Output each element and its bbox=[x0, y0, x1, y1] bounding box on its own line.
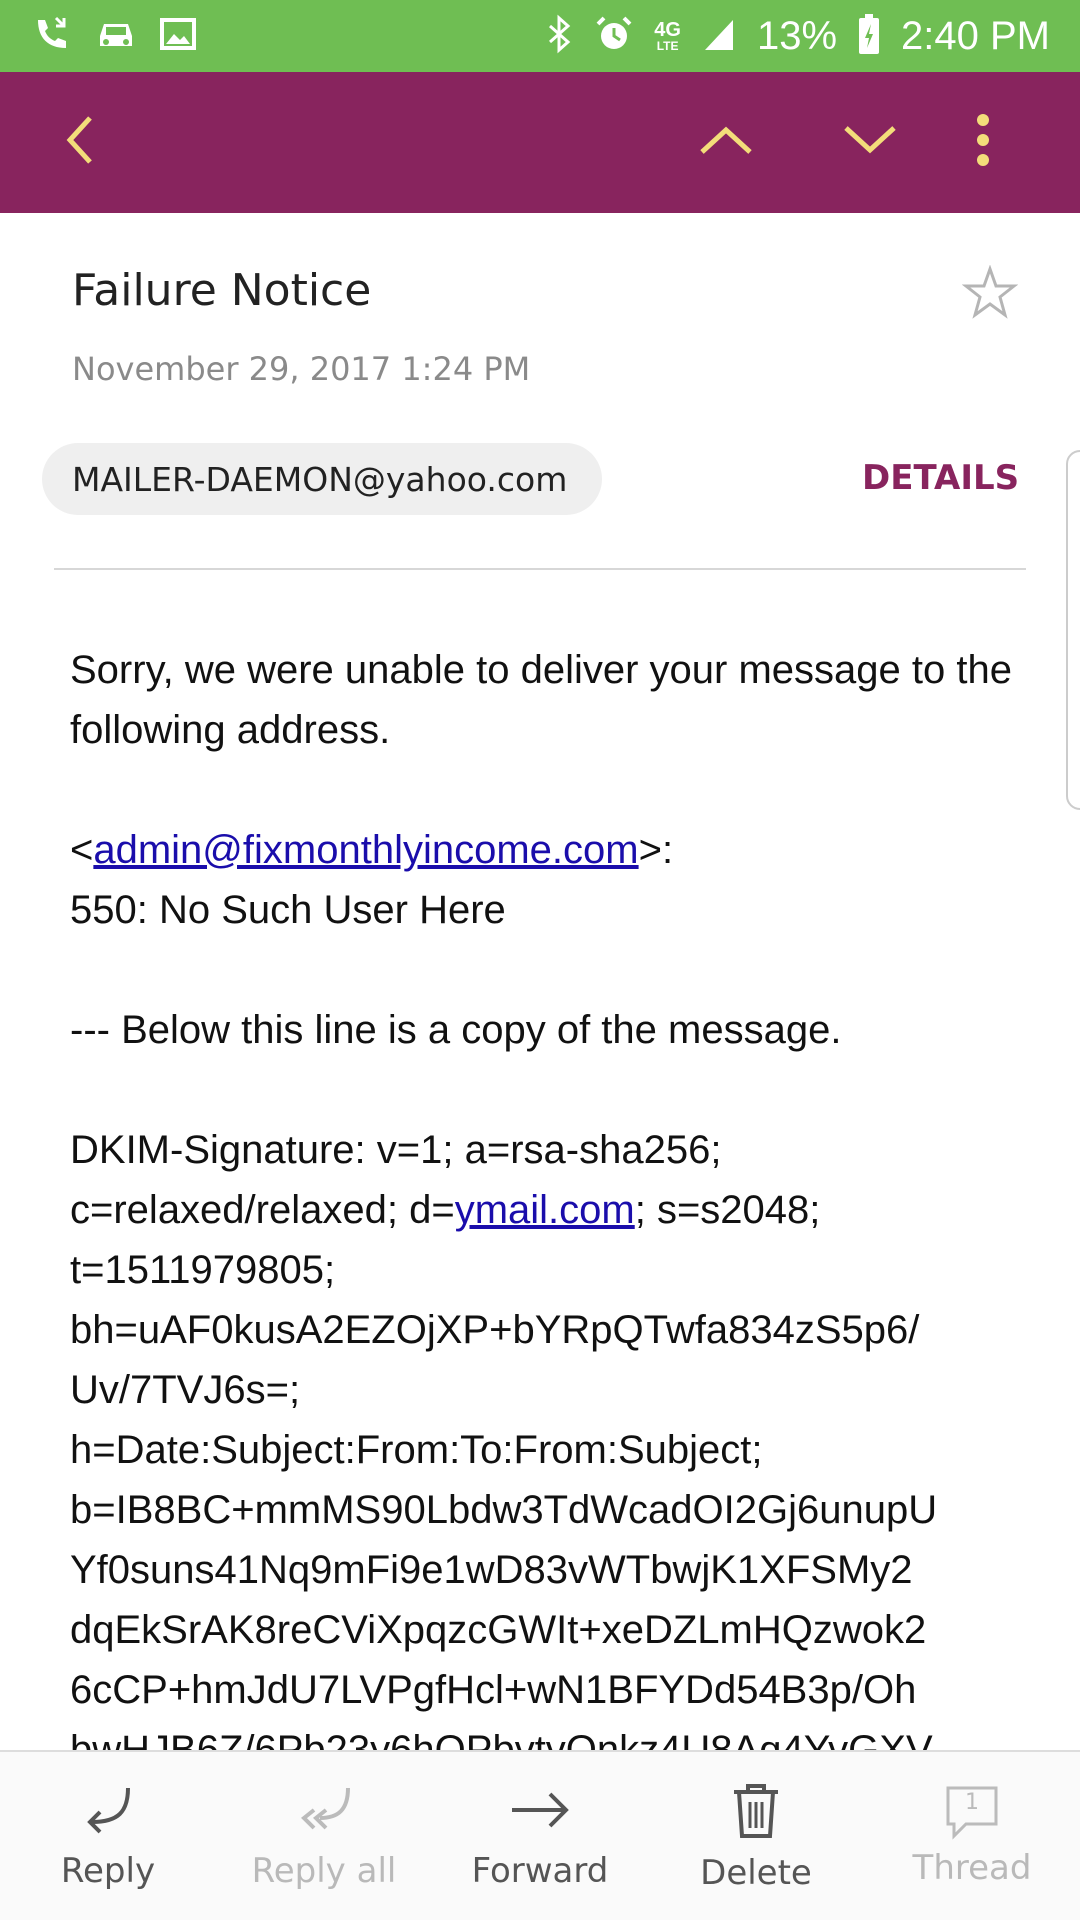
previous-message-icon bbox=[696, 120, 756, 165]
reply-button[interactable]: Reply bbox=[0, 1752, 216, 1920]
body-intro: Sorry, we were unable to deliver your me… bbox=[70, 648, 1012, 752]
reply-all-label: Reply all bbox=[251, 1850, 397, 1891]
email-date: November 29, 2017 1:24 PM bbox=[72, 350, 531, 388]
email-toolbar bbox=[0, 72, 1080, 213]
failed-address-link[interactable]: admin@fixmonthlyincome.com bbox=[93, 828, 638, 872]
alarm-icon bbox=[594, 14, 634, 59]
reply-icon bbox=[78, 1782, 138, 1843]
header-divider bbox=[54, 568, 1026, 570]
car-icon bbox=[94, 12, 138, 61]
dkim-line: c=relaxed/relaxed; d=ymail.com; s=s2048; bbox=[70, 1180, 1030, 1240]
dkim-line: DKIM-Signature: v=1; a=rsa-sha256; bbox=[70, 1128, 722, 1172]
more-options-icon bbox=[973, 110, 993, 175]
star-icon bbox=[961, 264, 1019, 325]
addr-prefix: < bbox=[70, 828, 94, 872]
details-button[interactable]: DETAILS bbox=[862, 458, 1019, 498]
clock: 2:40 PM bbox=[901, 13, 1050, 58]
copy-separator: --- Below this line is a copy of the mes… bbox=[70, 1008, 842, 1052]
thread-button[interactable]: 1 Thread bbox=[864, 1752, 1080, 1920]
delete-label: Delete bbox=[700, 1852, 812, 1893]
back-icon bbox=[60, 110, 100, 175]
dkim-line: Uv/7TVJ6s=; bbox=[70, 1368, 301, 1412]
previous-message-button[interactable] bbox=[686, 72, 766, 213]
next-message-button[interactable] bbox=[830, 72, 910, 213]
trash-icon bbox=[728, 1780, 784, 1845]
network-type: 4G LTE bbox=[654, 20, 681, 52]
dkim-line: dqEkSrAK8reCViXpqzcGWIt+xeDZLmHQzwok2 bbox=[70, 1608, 927, 1652]
dkim-line: b=IB8BC+mmMS90Lbdw3TdWcadOI2Gj6unupU bbox=[70, 1488, 938, 1532]
sender-chip[interactable]: MAILER-DAEMON@yahoo.com bbox=[42, 443, 602, 515]
dkim-line: t=1511979805; bbox=[70, 1248, 336, 1292]
thread-count: 1 bbox=[965, 1790, 979, 1815]
reply-all-icon bbox=[294, 1782, 354, 1843]
thread-label: Thread bbox=[912, 1848, 1032, 1888]
battery-percent: 13% bbox=[756, 13, 838, 58]
network-label: 4G bbox=[654, 19, 681, 41]
status-bar: 4G LTE 13% 2:40 PM bbox=[0, 0, 1080, 72]
bottom-action-bar: Reply Reply all Forward Delete 1 Thread bbox=[0, 1750, 1080, 1920]
email-body-viewport[interactable]: Sorry, we were unable to deliver your me… bbox=[0, 640, 1080, 1750]
dkim-line: 6cCP+hmJdU7LVPgfHcl+wN1BFYDd54B3p/Oh bbox=[70, 1668, 917, 1712]
email-subject: Failure Notice bbox=[72, 265, 372, 316]
network-sub-label: LTE bbox=[656, 39, 679, 53]
battery-charging-icon bbox=[857, 12, 881, 61]
bluetooth-icon bbox=[544, 14, 574, 59]
error-line: 550: No Such User Here bbox=[70, 888, 506, 932]
forward-icon bbox=[508, 1782, 572, 1843]
status-left-icons bbox=[30, 12, 198, 61]
more-options-button[interactable] bbox=[950, 72, 1016, 213]
thread-icon: 1 bbox=[942, 1784, 1002, 1840]
missed-call-icon bbox=[30, 12, 74, 61]
email-body: Sorry, we were unable to deliver your me… bbox=[70, 640, 1030, 1750]
image-icon bbox=[158, 14, 198, 59]
addr-suffix: >: bbox=[638, 828, 674, 872]
dkim-text: c=relaxed/relaxed; d= bbox=[70, 1188, 455, 1232]
dkim-line: h=Date:Subject:From:To:From:Subject; bbox=[70, 1428, 763, 1472]
forward-button[interactable]: Forward bbox=[432, 1752, 648, 1920]
reply-label: Reply bbox=[60, 1850, 156, 1891]
next-message-icon bbox=[840, 120, 900, 165]
reply-all-button[interactable]: Reply all bbox=[216, 1752, 432, 1920]
delete-button[interactable]: Delete bbox=[648, 1752, 864, 1920]
status-right-icons: 4G LTE 13% 2:40 PM bbox=[544, 12, 1050, 61]
star-button[interactable] bbox=[961, 264, 1019, 326]
dkim-line: bwHJB6Z/6Pb23y6hOPbvtvQnkz4U8Aq4YvGXV bbox=[70, 1728, 933, 1750]
dkim-text: ; s=s2048; bbox=[634, 1188, 821, 1232]
failed-address-line: <admin@fixmonthlyincome.com>: bbox=[70, 820, 1030, 880]
signal-icon bbox=[701, 14, 737, 59]
back-button[interactable] bbox=[40, 72, 120, 213]
dkim-line: Yf0suns41Nq9mFi9e1wD83vWTbwjK1XFSMy2 bbox=[70, 1548, 913, 1592]
dkim-domain-link[interactable]: ymail.com bbox=[455, 1188, 635, 1232]
dkim-line: bh=uAF0kusA2EZOjXP+bYRpQTwfa834zS5p6/ bbox=[70, 1308, 920, 1352]
sender-address: MAILER-DAEMON@yahoo.com bbox=[72, 459, 568, 499]
forward-label: Forward bbox=[471, 1850, 609, 1891]
